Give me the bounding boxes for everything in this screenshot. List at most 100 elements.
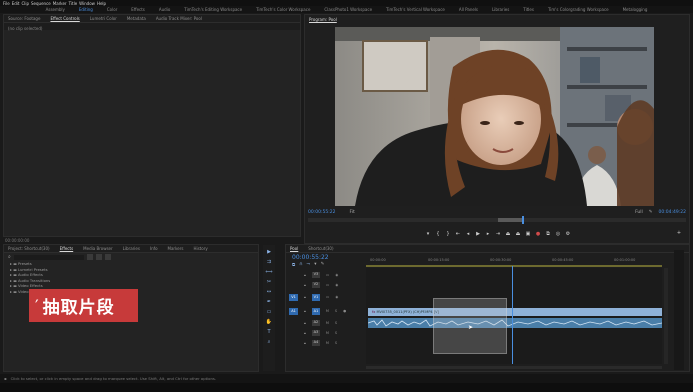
search-input[interactable] xyxy=(13,254,84,260)
workspace-tab[interactable]: Effects xyxy=(131,7,145,12)
snap-icon[interactable]: ∩ xyxy=(299,262,302,268)
workspace-tab[interactable]: Metalogging xyxy=(623,7,648,12)
solo-icon[interactable]: S xyxy=(335,309,337,313)
settings-icon[interactable]: ⚙ xyxy=(565,231,571,237)
menu-sequence[interactable]: Sequence xyxy=(31,1,51,6)
track-label-a4[interactable]: A4 xyxy=(311,340,320,346)
tab-media-browser[interactable]: Media Browser xyxy=(83,246,113,251)
track-label-a1[interactable]: A1 xyxy=(311,307,320,315)
mic-icon[interactable]: ● xyxy=(343,309,346,313)
lock-icon[interactable]: 🔒︎ xyxy=(304,309,306,313)
pen-tool-icon[interactable]: ✒ xyxy=(266,299,272,305)
zoom-tool-icon[interactable]: ⌕ xyxy=(266,339,272,345)
tab-metadata[interactable]: Metadata xyxy=(127,16,146,21)
mute-icon[interactable]: M xyxy=(326,341,329,345)
track-label-a2[interactable]: A2 xyxy=(311,320,320,326)
track-header-v3[interactable]: 🔒︎ V3 ▭ ◉ xyxy=(286,270,366,280)
source-patch-a1[interactable]: A1 xyxy=(289,307,298,315)
workspace-tab[interactable]: Libraries xyxy=(492,7,509,12)
vr-icon[interactable]: ◎ xyxy=(555,231,561,237)
slip-tool-icon[interactable]: ↔ xyxy=(266,289,272,295)
track-label-v1[interactable]: V1 xyxy=(311,293,320,301)
timeline-horizontal-scrollbar[interactable] xyxy=(366,366,662,369)
wrench-icon[interactable]: ✎ xyxy=(649,210,653,215)
lock-icon[interactable]: 🔒︎ xyxy=(304,331,306,335)
quality-dropdown[interactable]: Full xyxy=(635,210,643,215)
record-icon[interactable]: ● xyxy=(535,231,541,237)
tab-info[interactable]: Info xyxy=(150,246,158,251)
tab-sequence-pool[interactable]: Pool xyxy=(290,246,298,251)
sync-lock-icon[interactable]: ▭ xyxy=(326,283,329,287)
solo-icon[interactable]: S xyxy=(335,341,337,345)
timeline-timecode[interactable]: 00:00:55:22 xyxy=(292,254,329,261)
track-header-v1[interactable]: V1 🔒︎ V1 ▭ ◉ xyxy=(286,290,366,304)
tab-history[interactable]: History xyxy=(193,246,207,251)
menu-clip[interactable]: Clip xyxy=(21,1,29,6)
ripple-edit-icon[interactable]: ⟺ xyxy=(265,269,272,275)
track-label-v2[interactable]: V2 xyxy=(311,282,320,288)
tab-effects[interactable]: Effects xyxy=(60,246,74,251)
tab-effect-controls[interactable]: Effect Controls xyxy=(50,16,79,21)
go-to-in-icon[interactable]: ⇤ xyxy=(455,231,461,237)
linked-selection-icon[interactable]: ⊸ xyxy=(307,262,311,268)
work-area-bar[interactable] xyxy=(366,265,662,267)
step-back-icon[interactable]: ◂ xyxy=(465,231,471,237)
workspace-tab[interactable]: Audio xyxy=(159,7,170,12)
tab-program[interactable]: Program: Pool xyxy=(309,17,337,22)
selection-tool-icon[interactable]: ▶ xyxy=(266,249,272,255)
menu-title[interactable]: Title xyxy=(69,1,78,6)
compare-icon[interactable]: ⧉ xyxy=(545,231,551,237)
eye-icon[interactable]: ◉ xyxy=(335,273,338,277)
tab-lumetri-color[interactable]: Lumetri Color xyxy=(90,16,117,21)
yuv-effects-icon[interactable] xyxy=(104,254,111,260)
mute-icon[interactable]: M xyxy=(326,331,329,335)
workspace-tab[interactable]: Titles xyxy=(523,7,534,12)
tab-project[interactable]: Project: Shortcut(30) xyxy=(8,246,50,251)
workspace-tab[interactable]: TimTech's Color Workspace xyxy=(256,7,310,12)
nest-icon[interactable]: ⧉ xyxy=(292,262,295,268)
workspace-tab[interactable]: TimTech's Editing Workspace xyxy=(184,7,242,12)
track-header-a3[interactable]: 🔒︎ A3 M S xyxy=(286,328,366,338)
lock-icon[interactable]: 🔒︎ xyxy=(304,295,306,299)
timeline-vertical-scrollbar[interactable] xyxy=(664,268,668,364)
track-label-v3[interactable]: V3 xyxy=(311,272,320,278)
source-patch-v1[interactable]: V1 xyxy=(289,293,298,301)
menu-edit[interactable]: Edit xyxy=(12,1,20,6)
mark-in-icon[interactable]: { xyxy=(435,231,441,237)
rectangle-tool-icon[interactable]: ▭ xyxy=(266,309,272,315)
solo-icon[interactable]: S xyxy=(335,321,337,325)
lock-icon[interactable]: 🔒︎ xyxy=(304,341,306,345)
tab-markers[interactable]: Markers xyxy=(168,246,184,251)
audio-clip[interactable] xyxy=(368,318,662,328)
eye-icon[interactable]: ◉ xyxy=(335,283,338,287)
workspace-tab[interactable]: Assembly xyxy=(46,7,65,12)
track-header-a1[interactable]: A1 🔒︎ A1 M S ● xyxy=(286,304,366,318)
track-select-icon[interactable]: ⇉ xyxy=(266,259,272,265)
go-to-out-icon[interactable]: ⇥ xyxy=(495,231,501,237)
menu-window[interactable]: Window xyxy=(79,1,95,6)
track-header-v2[interactable]: 🔒︎ V2 ▭ ◉ xyxy=(286,280,366,290)
lock-icon[interactable]: 🔒︎ xyxy=(304,283,306,287)
track-header-a2[interactable]: 🔒︎ A2 M S xyxy=(286,318,366,328)
razor-tool-icon[interactable]: ✂ xyxy=(266,279,272,285)
tab-source[interactable]: Source: Footage xyxy=(8,16,40,21)
video-clip[interactable]: fx MVI0735_0011(PFX) (CH)PF.MP4 [V] xyxy=(368,308,662,316)
tab-audio-mixer[interactable]: Audio Track Mixer: Pool xyxy=(156,16,202,21)
timeline-playhead[interactable] xyxy=(512,266,513,364)
eye-icon[interactable]: ◉ xyxy=(335,295,338,299)
type-tool-icon[interactable]: T xyxy=(266,329,272,335)
timeline-track-area[interactable]: fx MVI0735_0011(PFX) (CH)PF.MP4 [V] ➤ xyxy=(366,266,662,364)
workspace-tab-active[interactable]: Editing xyxy=(79,7,93,12)
lock-icon[interactable]: 🔒︎ xyxy=(304,273,306,277)
mute-icon[interactable]: M xyxy=(326,321,329,325)
track-header-a4[interactable]: 🔒︎ A4 M S xyxy=(286,338,366,348)
extract-icon[interactable]: ⏏ xyxy=(515,231,521,237)
accelerated-effects-icon[interactable] xyxy=(86,254,93,260)
workspace-tab[interactable]: Tim's Colorgrading Workspace xyxy=(548,7,609,12)
step-forward-icon[interactable]: ▸ xyxy=(485,231,491,237)
workspace-tab[interactable]: Color xyxy=(107,7,117,12)
playhead-marker[interactable] xyxy=(522,216,524,224)
mark-out-icon[interactable]: } xyxy=(445,231,451,237)
add-marker-icon[interactable]: ▾ xyxy=(314,262,316,268)
workspace-tab[interactable]: ClassPhoto1 Workspace xyxy=(324,7,372,12)
